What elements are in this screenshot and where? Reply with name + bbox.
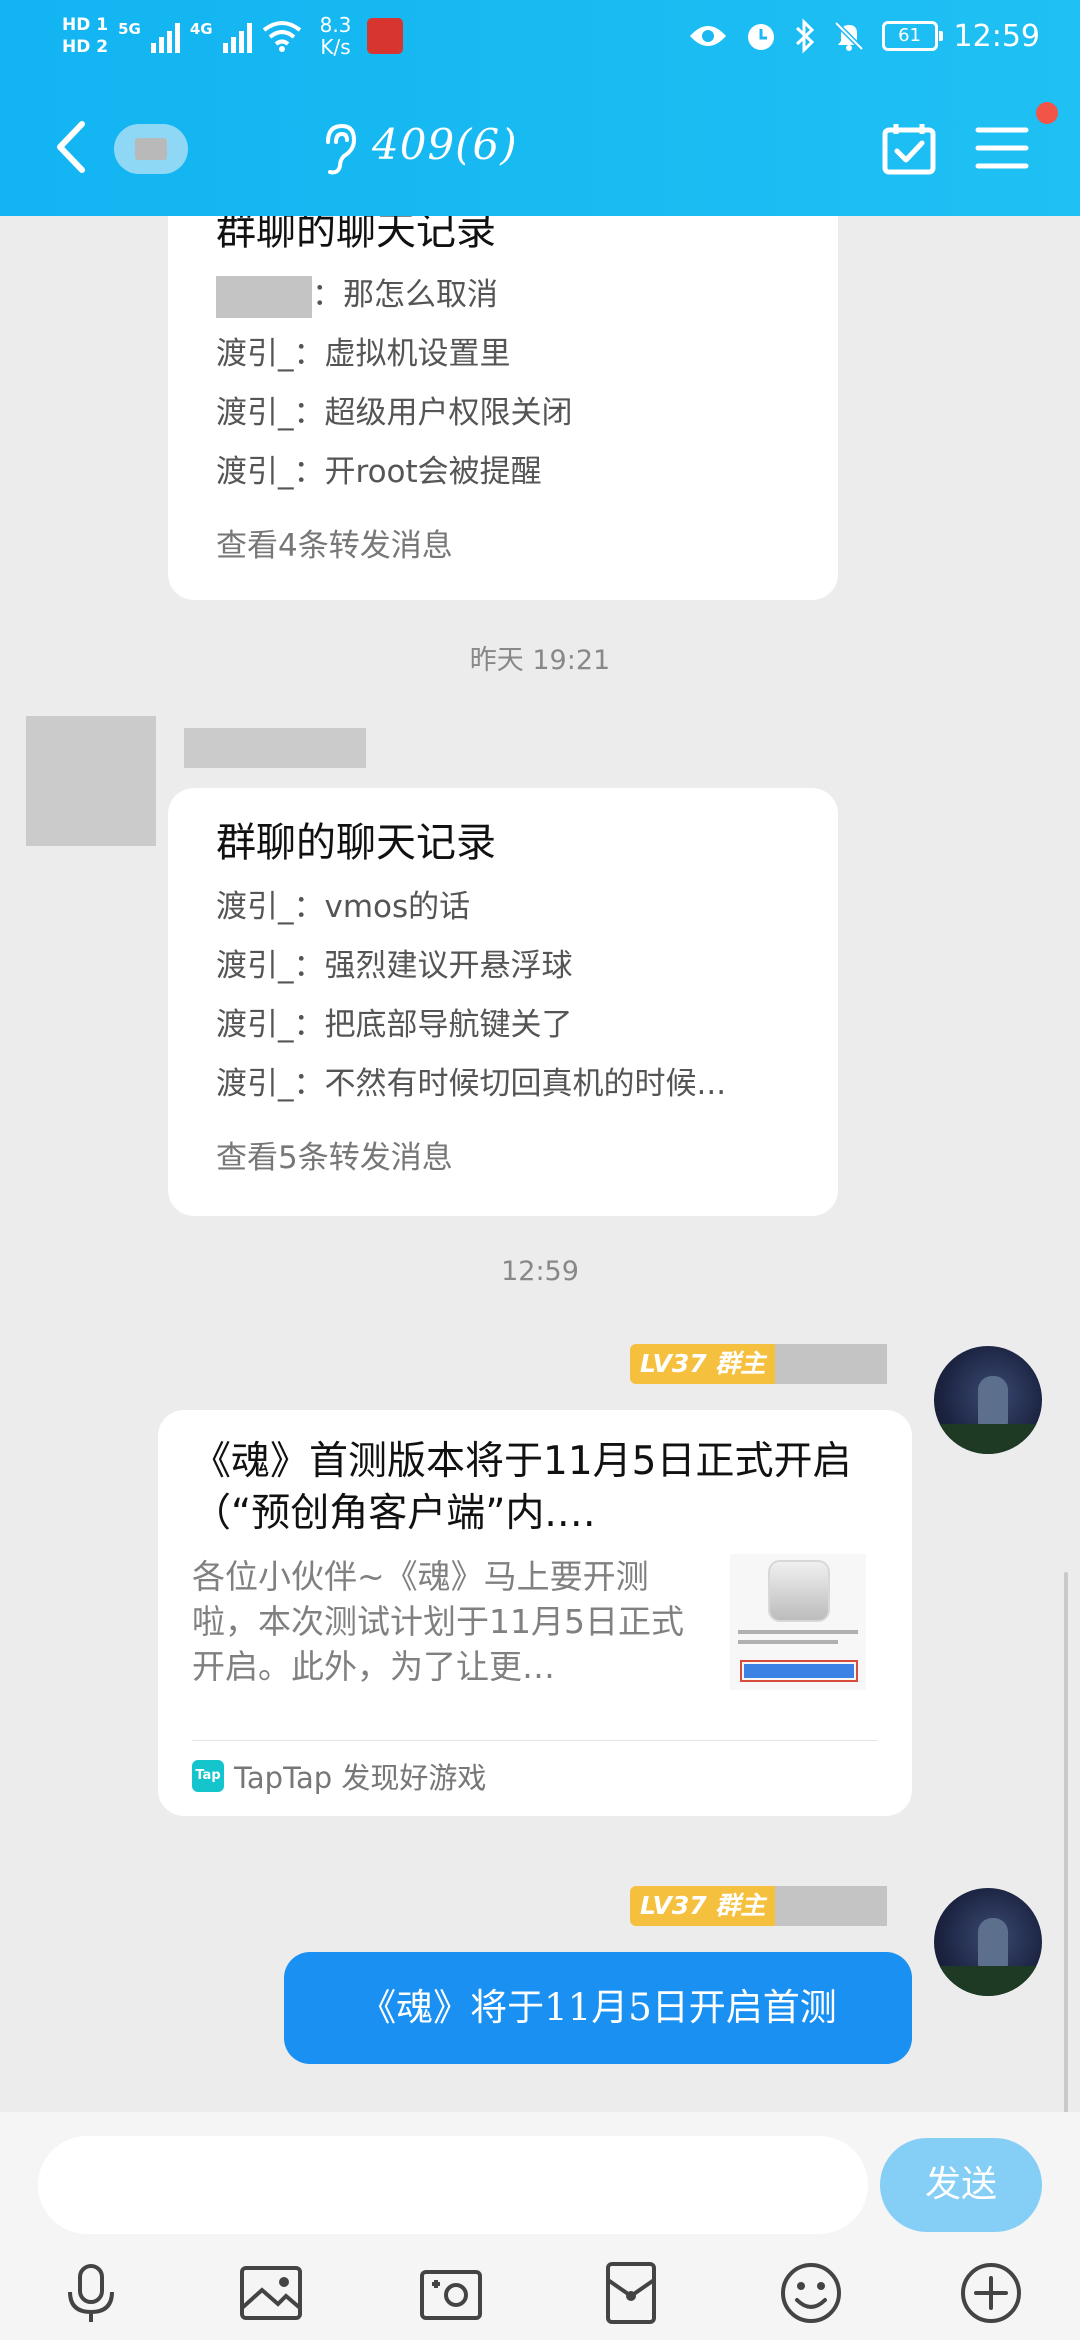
chat-area[interactable]: 群聊的聊天记录 ：那怎么取消 渡引_：虚拟机设置里 渡引_：超级用户权限关闭 渡… [0,216,1080,2112]
forward-line-sender: 渡引_ [216,395,294,431]
sim2-label: HD 2 [62,37,109,57]
forward-line: 渡引_：把底部导航键关了 [216,996,790,1055]
red-packet-icon[interactable] [598,2260,664,2326]
net-speed-unit: K/s [320,35,351,59]
forward-line-text: ：虚拟机设置里 [293,336,511,372]
view-forward-link[interactable]: 查看4条转发消息 [216,520,790,565]
image-icon[interactable] [238,2260,304,2326]
unread-count-pill[interactable] [114,124,188,174]
menu-icon[interactable] [974,124,1030,172]
top-header: HD 1 HD 2 5G 4G 8.3 K/s 61 12:59 409(6) [0,0,1080,216]
game-icon [768,1560,830,1622]
forward-line-text: ：vmos的话 [293,889,471,925]
mute-bell-icon [833,21,864,51]
sender-badge-row: LV37 群主 [630,1886,888,1926]
forward-title: 群聊的聊天记录 [216,820,496,866]
share-title: 《魂》首测版本将于11月5日正式开启（“预创角客户端”内.… [192,1439,852,1536]
send-button[interactable]: 发送 [880,2138,1042,2232]
timestamp: 昨天 19:21 [469,645,611,676]
earpiece-mode-icon[interactable] [318,120,358,178]
forward-line-sender: 渡引_ [216,948,294,984]
forward-title: 群聊的聊天记录 [216,216,496,254]
forward-line-sender: 渡引_ [216,1007,294,1043]
app-notification-icon [367,18,404,54]
forward-line-text: ：不然有时候切回真机的时候... [293,1066,727,1102]
status-bar-left: HD 1 HD 2 5G 4G 8.3 K/s [62,14,404,58]
net-speed-value: 8.3 [319,13,352,37]
my-avatar[interactable] [934,1888,1042,1996]
emoji-icon[interactable] [778,2260,844,2326]
my-name-blurred [775,1886,888,1926]
forward-line-text: ：那怎么取消 [312,277,498,313]
status-bar-right: 61 12:59 [688,18,1040,54]
share-source: Tap TapTap 发现好游戏 [192,1740,878,1797]
forward-line-text: ：把底部导航键关了 [293,1007,573,1043]
forward-record-card[interactable]: 群聊的聊天记录 ：那怎么取消 渡引_：虚拟机设置里 渡引_：超级用户权限关闭 渡… [168,216,838,600]
chat-title[interactable]: 409(6) [372,120,518,169]
my-name-blurred [775,1344,888,1384]
share-source-label: TapTap 发现好游戏 [234,1761,487,1795]
calendar-check-icon[interactable] [880,120,938,178]
net-speed: 8.3 K/s [320,14,352,58]
forward-line-text: ：开root会被提醒 [293,454,542,490]
forward-line: 渡引_：虚拟机设置里 [216,325,790,384]
bluetooth-icon [795,18,814,54]
avatar[interactable] [26,716,156,846]
forward-line-sender: 渡引_ [216,889,294,925]
battery-icon: 61 [881,21,943,51]
my-avatar[interactable] [934,1346,1042,1454]
level-owner-badge: LV37 群主 [630,1886,776,1926]
sender-badge-row: LV37 群主 [630,1344,888,1384]
view-forward-link[interactable]: 查看5条转发消息 [216,1132,790,1177]
signal-icon [150,19,180,53]
forward-line-text: ：超级用户权限关闭 [293,395,573,431]
taptap-logo-icon: Tap [192,1760,224,1792]
forward-line: 渡引_：超级用户权限关闭 [216,384,790,443]
sender-name-blurred [184,728,366,768]
forward-line: 渡引_：开root会被提醒 [216,443,790,502]
share-description: 各位小伙伴~《魂》马上要开测啦，本次测试计划于11月5日正式开启。此外，为了让更… [192,1557,684,1686]
input-bar: 发送 [0,2112,1080,2340]
status-clock: 12:59 [953,18,1040,54]
level-owner-badge: LV37 群主 [630,1344,776,1384]
back-arrow-icon[interactable] [52,118,92,176]
sim1-label: HD 1 [62,15,109,35]
blurred-count [135,138,167,160]
forward-line-sender: 渡引_ [216,1066,294,1102]
share-thumbnail [730,1554,866,1690]
forward-line-sender: 渡引_ [216,336,294,372]
forward-record-card[interactable]: 群聊的聊天记录 渡引_：vmos的话 渡引_：强烈建议开悬浮球 渡引_：把底部导… [168,788,838,1216]
forward-line: 渡引_：vmos的话 [216,878,790,937]
network-4g-label: 4G [189,20,213,38]
signal-icon [222,19,252,53]
blurred-sender [216,275,312,318]
wifi-icon [262,21,301,52]
notification-dot [1036,102,1058,124]
alarm-icon [747,24,774,50]
plus-icon[interactable] [958,2260,1024,2326]
share-card[interactable]: 《魂》首测版本将于11月5日正式开启（“预创角客户端”内.… 各位小伙伴~《魂》… [158,1410,912,1816]
forward-line-sender: 渡引_ [216,454,294,490]
thumbnail-button [740,1660,858,1682]
timestamp: 12:59 [501,1256,579,1287]
forward-line-text: ：强烈建议开悬浮球 [293,948,573,984]
forward-line: ：那怎么取消 [216,266,790,325]
camera-icon[interactable] [418,2260,484,2326]
microphone-icon[interactable] [58,2260,124,2326]
network-5g-label: 5G [118,20,141,38]
eye-icon [689,26,726,46]
scrollbar[interactable] [1064,1572,1068,2112]
forward-line: 渡引_：强烈建议开悬浮球 [216,937,790,996]
message-input[interactable] [38,2136,868,2234]
my-message-bubble[interactable]: 《魂》将于11月5日开启首测 [284,1952,912,2064]
forward-line: 渡引_：不然有时候切回真机的时候... [216,1055,790,1114]
